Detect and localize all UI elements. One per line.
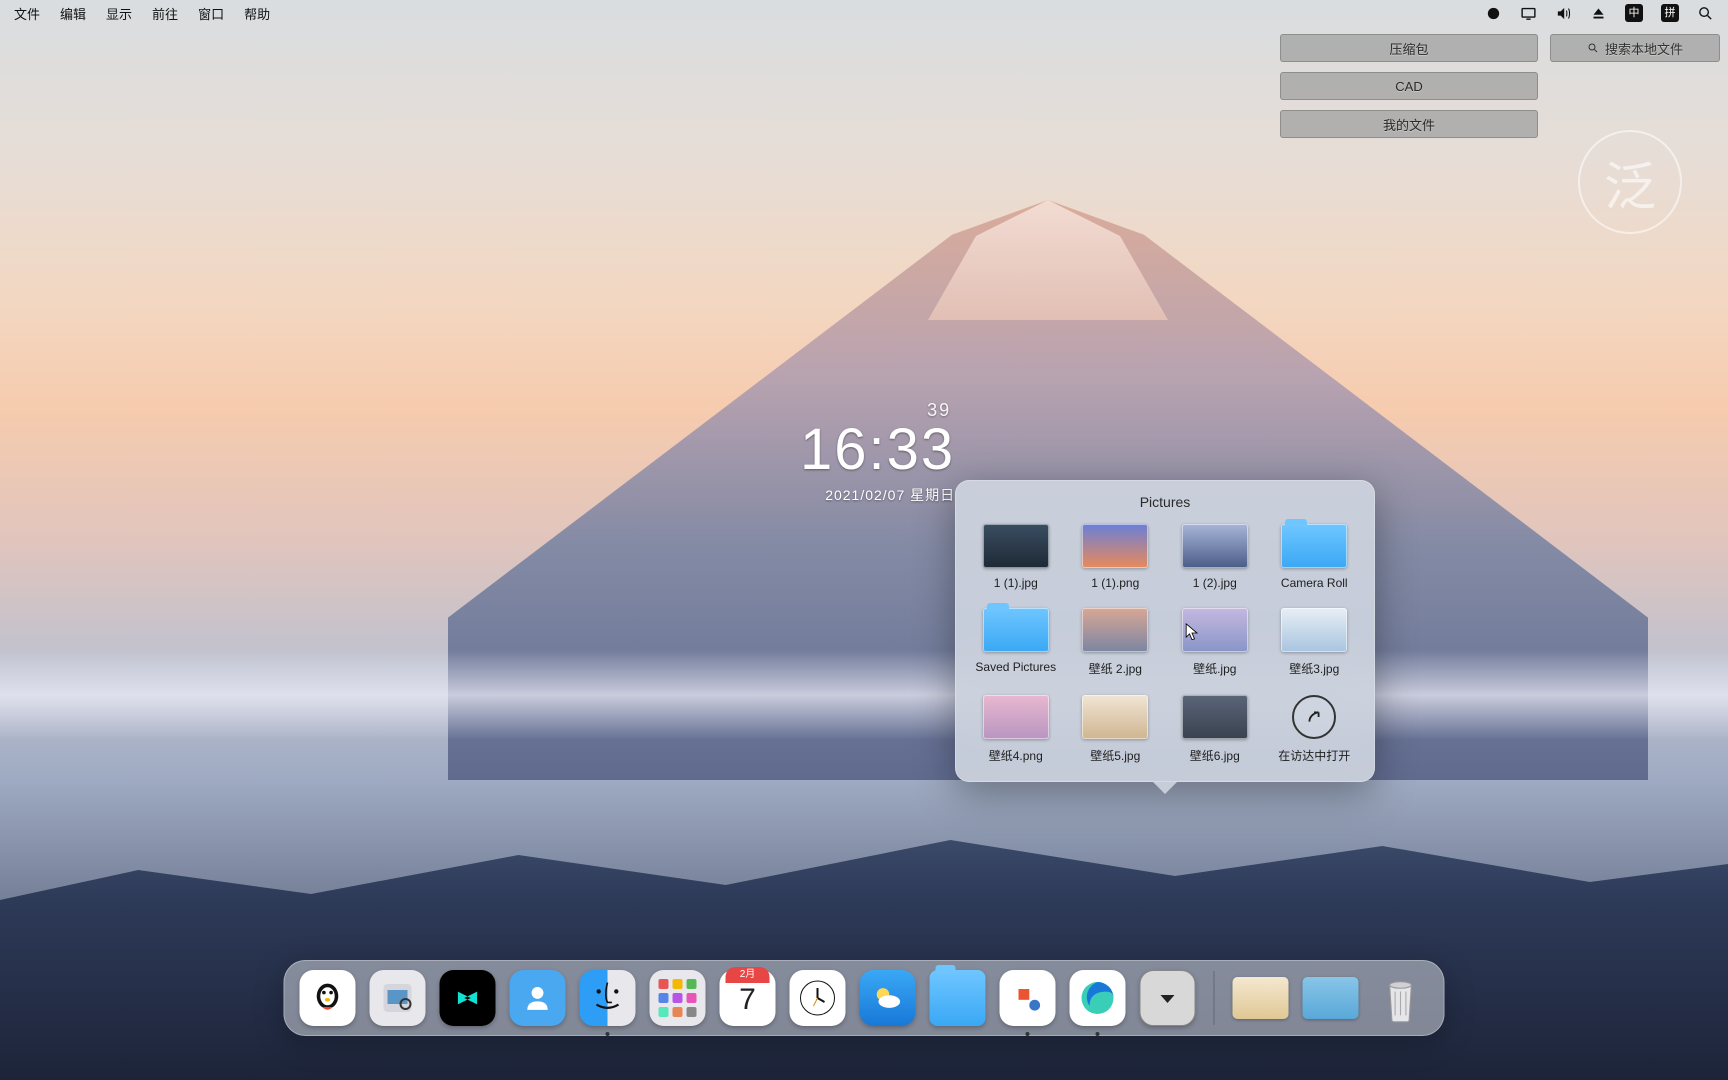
image-thumbnail-icon <box>1182 524 1248 568</box>
dock-app-edge[interactable] <box>1070 970 1126 1026</box>
dock: 2月7 <box>284 960 1445 1036</box>
desktop-quick-buttons: 压缩包 CAD 我的文件 搜索本地文件 <box>1280 34 1720 138</box>
search-label: 搜索本地文件 <box>1605 39 1683 58</box>
image-thumbnail-icon <box>1082 695 1148 739</box>
pictures-stack-popup: Pictures 1 (1).jpg 1 (1).png 1 (2).jpg Came… <box>955 480 1375 782</box>
stack-item-label: 1 (1).jpg <box>994 576 1038 590</box>
stack-item-2[interactable]: 1 (2).jpg <box>1170 524 1260 590</box>
image-thumbnail-icon <box>1281 608 1347 652</box>
stack-item-0[interactable]: 1 (1).jpg <box>971 524 1061 590</box>
dock-app-weather[interactable] <box>860 970 916 1026</box>
desktop-wallpaper[interactable] <box>0 0 1728 1080</box>
stack-item-label: 壁纸 2.jpg <box>1089 660 1142 677</box>
folder-icon <box>1281 524 1347 568</box>
open-in-finder-icon <box>1292 695 1336 739</box>
menu-item-3[interactable]: 前往 <box>152 4 178 23</box>
dock-app-finder[interactable] <box>580 970 636 1026</box>
folder-icon <box>983 608 1049 652</box>
dock-app-contacts[interactable] <box>510 970 566 1026</box>
dock-trash[interactable] <box>1373 970 1429 1026</box>
menu-item-2[interactable]: 显示 <box>106 4 132 23</box>
dock-app-qq[interactable] <box>300 970 356 1026</box>
input-method-pin-icon[interactable]: 拼 <box>1661 4 1679 22</box>
dock-app-capcut[interactable] <box>440 970 496 1026</box>
search-local-files-button[interactable]: 搜索本地文件 <box>1550 34 1720 62</box>
stack-item-label: 壁纸3.jpg <box>1289 660 1339 677</box>
cloud-icon[interactable] <box>1485 5 1502 22</box>
stack-item-label: 壁纸.jpg <box>1193 660 1236 677</box>
dock-app-wps[interactable] <box>1000 970 1056 1026</box>
running-indicator-icon <box>1026 1032 1030 1036</box>
menu-item-0[interactable]: 文件 <box>14 4 40 23</box>
watermark-badge: 泛 <box>1578 130 1682 234</box>
dock-minimized-min-window-1[interactable] <box>1233 977 1289 1019</box>
image-thumbnail-icon <box>1082 524 1148 568</box>
stack-title: Pictures <box>971 494 1359 510</box>
stack-item-11[interactable]: 在访达中打开 <box>1270 695 1360 764</box>
input-method-zhong-icon[interactable]: 中 <box>1625 4 1643 22</box>
dock-app-dropdown[interactable] <box>1140 970 1196 1026</box>
stack-item-label: 1 (1).png <box>1091 576 1139 590</box>
stack-item-label: 1 (2).jpg <box>1193 576 1237 590</box>
stack-item-8[interactable]: 壁纸4.png <box>971 695 1061 764</box>
stack-item-label: 在访达中打开 <box>1278 747 1350 764</box>
dock-minimized-min-window-2[interactable] <box>1303 977 1359 1019</box>
stack-item-7[interactable]: 壁纸3.jpg <box>1270 608 1360 677</box>
clock-seconds: 39 <box>800 400 951 421</box>
dock-app-clock[interactable] <box>790 970 846 1026</box>
quick-button-1[interactable]: CAD <box>1280 72 1538 100</box>
stack-item-label: Camera Roll <box>1281 576 1348 590</box>
display-icon[interactable] <box>1520 5 1537 22</box>
volume-icon[interactable] <box>1555 5 1572 22</box>
quick-button-0[interactable]: 压缩包 <box>1280 34 1538 62</box>
dock-app-pictures-folder[interactable] <box>930 970 986 1026</box>
image-thumbnail-icon <box>983 524 1049 568</box>
dock-app-calendar[interactable]: 2月7 <box>720 970 776 1026</box>
eject-icon[interactable] <box>1590 5 1607 22</box>
stack-item-label: 壁纸4.png <box>989 747 1043 764</box>
dock-app-launchpad[interactable] <box>650 970 706 1026</box>
clock-date: 2021/02/07 星期日 <box>800 485 955 505</box>
image-thumbnail-icon <box>1082 608 1148 652</box>
image-thumbnail-icon <box>1182 695 1248 739</box>
stack-item-6[interactable]: 壁纸.jpg <box>1170 608 1260 677</box>
running-indicator-icon <box>1096 1032 1100 1036</box>
clock-time: 16:33 <box>800 421 955 479</box>
stack-item-3[interactable]: Camera Roll <box>1270 524 1360 590</box>
menu-bar: 文件 编辑 显示 前往 窗口 帮助 中 拼 <box>0 0 1728 26</box>
stack-item-10[interactable]: 壁纸6.jpg <box>1170 695 1260 764</box>
menu-item-5[interactable]: 帮助 <box>244 4 270 23</box>
dock-app-preview[interactable] <box>370 970 426 1026</box>
image-thumbnail-icon <box>1182 608 1248 652</box>
desktop-clock-widget: 39 16:33 2021/02/07 星期日 <box>800 400 955 505</box>
stack-item-label: Saved Pictures <box>975 660 1056 674</box>
dock-separator <box>1214 971 1215 1025</box>
running-indicator-icon <box>606 1032 610 1036</box>
menu-item-1[interactable]: 编辑 <box>60 4 86 23</box>
spotlight-icon[interactable] <box>1697 5 1714 22</box>
stack-item-label: 壁纸6.jpg <box>1190 747 1240 764</box>
stack-item-5[interactable]: 壁纸 2.jpg <box>1071 608 1161 677</box>
stack-item-9[interactable]: 壁纸5.jpg <box>1071 695 1161 764</box>
menu-item-4[interactable]: 窗口 <box>198 4 224 23</box>
quick-button-2[interactable]: 我的文件 <box>1280 110 1538 138</box>
image-thumbnail-icon <box>983 695 1049 739</box>
stack-item-4[interactable]: Saved Pictures <box>971 608 1061 677</box>
stack-item-label: 壁纸5.jpg <box>1090 747 1140 764</box>
stack-item-1[interactable]: 1 (1).png <box>1071 524 1161 590</box>
